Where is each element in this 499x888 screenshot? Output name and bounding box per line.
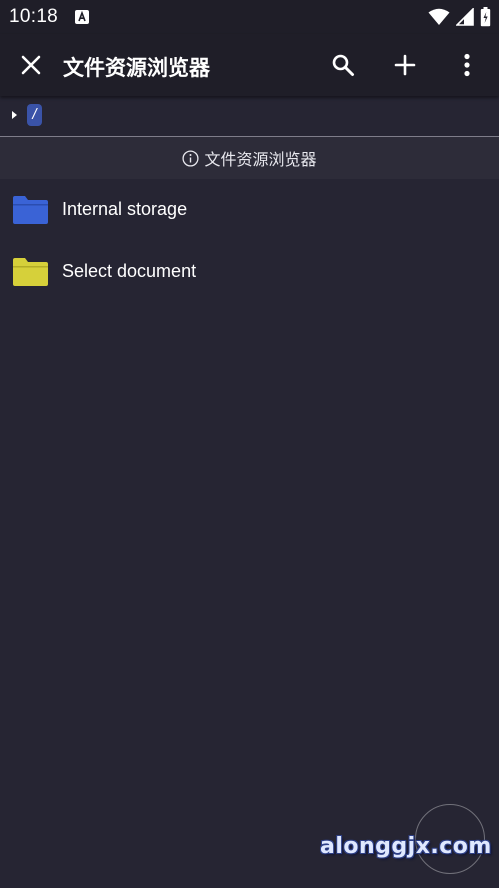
plus-icon	[394, 54, 416, 76]
app-title: 文件资源浏览器	[63, 57, 210, 80]
expand-arrow-icon[interactable]	[9, 108, 21, 122]
status-time: 10:18	[9, 6, 59, 27]
more-vert-icon	[464, 53, 470, 77]
watermark: alonggjx.com	[320, 834, 492, 859]
info-icon	[182, 149, 200, 167]
close-button[interactable]	[8, 42, 54, 88]
list-item-label: Select document	[62, 261, 197, 281]
close-icon	[21, 55, 41, 75]
battery-icon	[480, 7, 491, 27]
search-button[interactable]	[320, 42, 366, 88]
path-segment-root[interactable]: /	[27, 104, 42, 126]
folder-icon	[13, 258, 48, 286]
cell-signal-icon	[456, 8, 474, 26]
notification-icon	[75, 10, 89, 24]
info-text: 文件资源浏览器	[204, 152, 317, 169]
folder-icon	[13, 196, 48, 224]
list-item-label: Internal storage	[62, 199, 188, 219]
status-icons	[428, 7, 491, 27]
search-icon	[332, 54, 354, 76]
list-item-internal-storage[interactable]: Internal storage	[0, 179, 499, 241]
app-bar: 文件资源浏览器	[0, 34, 499, 96]
screen: 10:18 文件资源浏览器 / 文件资源浏览器 Internal storage…	[0, 0, 499, 888]
more-options-button[interactable]	[444, 42, 490, 88]
breadcrumb: /	[0, 96, 499, 136]
status-bar: 10:18	[0, 0, 499, 34]
list-item-select-document[interactable]: Select document	[0, 241, 499, 303]
add-button[interactable]	[382, 42, 428, 88]
wifi-icon	[428, 8, 450, 25]
file-list: Internal storage Select document	[0, 179, 499, 303]
info-banner: 文件资源浏览器	[0, 137, 499, 179]
